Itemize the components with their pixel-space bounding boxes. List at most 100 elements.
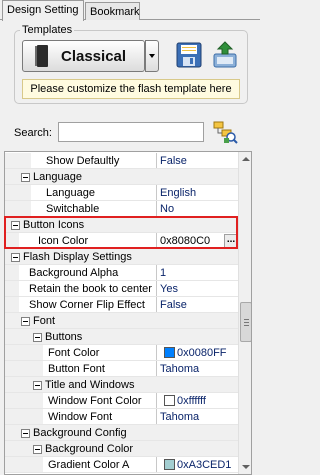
row-gutter — [5, 329, 31, 345]
column-separator — [156, 361, 157, 377]
property-row[interactable]: Show Defaultly False — [5, 153, 238, 169]
template-dropdown-button[interactable] — [145, 40, 159, 72]
search-input[interactable] — [58, 122, 204, 142]
row-gutter — [5, 281, 19, 297]
row-gutter — [5, 457, 43, 473]
collapse-toggle-icon[interactable] — [33, 333, 42, 342]
tab-bookmark[interactable]: Bookmark — [85, 2, 140, 20]
property-row[interactable]: Font Color 0x0080FF — [5, 345, 238, 361]
property-row[interactable]: Switchable No — [5, 201, 238, 217]
property-row[interactable]: Window Font Color 0xffffff — [5, 393, 238, 409]
scroll-up-button[interactable] — [239, 152, 251, 166]
property-value-text: False — [160, 155, 187, 167]
property-value[interactable]: 0xA3CED1 — [164, 457, 231, 473]
property-value-text: English — [160, 187, 197, 199]
row-gutter — [5, 201, 31, 217]
column-separator — [156, 409, 157, 425]
save-icon[interactable] — [174, 40, 204, 70]
column-separator — [156, 281, 157, 297]
row-gutter — [5, 169, 19, 185]
ellipsis-button[interactable]: ... — [224, 234, 238, 248]
property-value[interactable]: Tahoma — [160, 361, 199, 377]
row-gutter — [5, 361, 43, 377]
column-separator — [156, 185, 157, 201]
row-gutter — [5, 185, 31, 201]
property-row[interactable]: Gradient Color A 0xA3CED1 — [5, 457, 238, 473]
property-value[interactable]: Tahoma — [160, 409, 199, 425]
vertical-scrollbar[interactable] — [238, 152, 251, 474]
property-name: Font Color — [48, 347, 100, 359]
category-row[interactable]: Flash Display Settings — [5, 249, 238, 265]
property-value[interactable]: 0x0080FF — [164, 345, 227, 361]
tree-search-icon[interactable] — [212, 120, 238, 144]
templates-label: Templates — [20, 24, 75, 36]
category-row[interactable]: Button Icons — [5, 217, 238, 233]
category-row[interactable]: Title and Windows — [5, 377, 238, 393]
property-grid: Show Defaultly False Language Language Engli… — [4, 151, 252, 475]
row-gutter — [5, 265, 19, 281]
customize-notice: Please customize the flash template here — [22, 79, 240, 99]
property-row[interactable]: Retain the book to center Yes — [5, 281, 238, 297]
property-row[interactable]: Window Font Tahoma — [5, 409, 238, 425]
category-row[interactable]: Background Config — [5, 425, 238, 441]
property-name: Switchable — [46, 203, 100, 215]
row-divider — [5, 472, 238, 473]
property-value[interactable]: False — [160, 297, 187, 313]
property-row[interactable]: Background Alpha 1 — [5, 265, 238, 281]
row-gutter — [5, 313, 19, 329]
row-gutter — [5, 409, 43, 425]
property-name: Retain the book to center — [29, 283, 152, 295]
scroll-thumb[interactable] — [240, 302, 251, 342]
template-select-button[interactable]: Classical — [22, 40, 145, 72]
collapse-toggle-icon[interactable] — [21, 429, 30, 438]
row-gutter — [5, 153, 31, 169]
collapse-toggle-icon[interactable] — [11, 221, 20, 230]
property-name: Buttons — [45, 331, 83, 343]
column-separator — [156, 393, 157, 409]
property-row[interactable]: Button Font Tahoma — [5, 361, 238, 377]
collapse-toggle-icon[interactable] — [21, 173, 30, 182]
collapse-toggle-icon[interactable] — [33, 445, 42, 454]
export-template-icon[interactable] — [210, 40, 240, 70]
property-name: Font — [33, 315, 56, 327]
property-name: Gradient Color A — [48, 459, 130, 471]
scroll-down-button[interactable] — [239, 460, 251, 474]
property-value-text: 0xffffff — [177, 395, 206, 407]
row-gutter — [5, 377, 31, 393]
property-value[interactable]: Yes — [160, 281, 178, 297]
column-separator — [156, 265, 157, 281]
property-value-text: 0x0080FF — [177, 347, 227, 359]
column-separator — [156, 201, 157, 217]
category-row[interactable]: Language — [5, 169, 238, 185]
property-name: Show Defaultly — [46, 155, 120, 167]
category-row[interactable]: Font — [5, 313, 238, 329]
property-name: Button Font — [48, 363, 105, 375]
collapse-toggle-icon[interactable] — [21, 317, 30, 326]
property-name: Button Icons — [23, 219, 85, 231]
row-gutter — [5, 297, 19, 313]
property-value[interactable]: 0x8080C0 — [160, 233, 210, 249]
property-name: Background Alpha — [29, 267, 119, 279]
property-value-text: 0x8080C0 — [160, 235, 211, 247]
property-value[interactable]: English — [160, 185, 196, 201]
category-row[interactable]: Buttons — [5, 329, 238, 345]
property-value[interactable]: No — [160, 201, 174, 217]
property-value-text: Yes — [160, 283, 178, 295]
property-row[interactable]: Icon Color 0x8080C0... — [5, 233, 238, 249]
collapse-toggle-icon[interactable] — [33, 381, 42, 390]
template-name: Classical — [61, 47, 127, 65]
column-separator — [156, 233, 157, 249]
property-name: Language — [33, 171, 82, 183]
property-row[interactable]: Show Corner Flip Effect False — [5, 297, 238, 313]
property-name: Title and Windows — [45, 379, 135, 391]
collapse-toggle-icon[interactable] — [11, 253, 20, 262]
property-name: Icon Color — [38, 235, 89, 247]
tab-design-setting[interactable]: Design Setting — [2, 0, 84, 21]
property-value-text: Tahoma — [160, 363, 200, 375]
property-value[interactable]: 1 — [160, 265, 166, 281]
property-value[interactable]: 0xffffff — [164, 393, 206, 409]
property-row[interactable]: Language English — [5, 185, 238, 201]
property-value[interactable]: False — [160, 153, 187, 169]
category-row[interactable]: Background Color — [5, 441, 238, 457]
property-name: Background Config — [33, 427, 127, 439]
